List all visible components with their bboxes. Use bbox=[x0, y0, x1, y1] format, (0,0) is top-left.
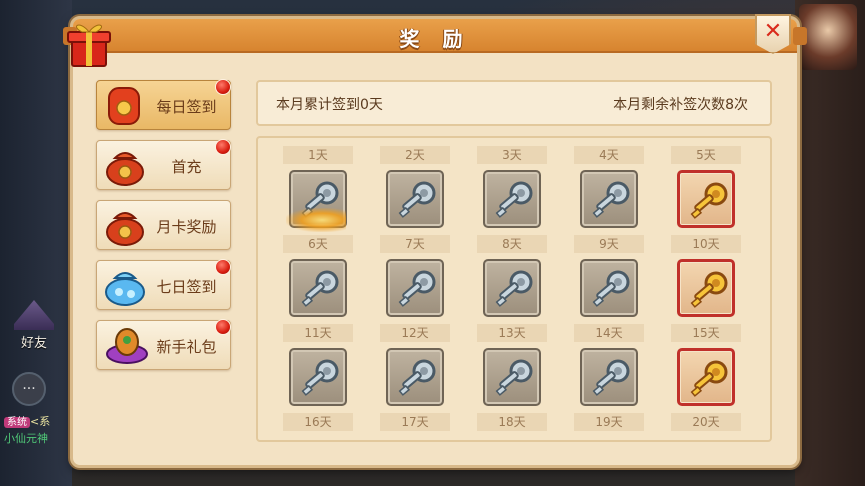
silver-key-reward[interactable] bbox=[386, 170, 444, 228]
money-bag-icon bbox=[101, 204, 149, 248]
day-label: 6天 bbox=[283, 235, 353, 253]
silver-key-reward[interactable] bbox=[289, 259, 347, 317]
day-label: 13天 bbox=[477, 324, 547, 342]
gift-pouch-icon bbox=[101, 324, 149, 368]
gold-key-reward[interactable] bbox=[677, 259, 735, 317]
silver-key-reward[interactable] bbox=[580, 259, 638, 317]
menu-daily-signin[interactable]: 每日签到 bbox=[96, 80, 231, 130]
day-label: 5天 bbox=[671, 146, 741, 164]
menu-seven-day-signin[interactable]: 七日签到 bbox=[96, 260, 231, 310]
gem-bag-icon bbox=[101, 264, 149, 308]
day-label: 4天 bbox=[574, 146, 644, 164]
day-label: 12天 bbox=[380, 324, 450, 342]
silver-key-reward[interactable] bbox=[483, 170, 541, 228]
day-label: 16天 bbox=[283, 413, 353, 431]
red-envelope-icon bbox=[101, 84, 149, 128]
friends-icon bbox=[14, 300, 54, 330]
day-label: 7天 bbox=[380, 235, 450, 253]
day-label: 18天 bbox=[477, 413, 547, 431]
day-label: 8天 bbox=[477, 235, 547, 253]
notification-badge bbox=[215, 319, 231, 335]
day-label: 1天 bbox=[283, 146, 353, 164]
close-icon: ✕ bbox=[763, 19, 783, 44]
gold-key-reward[interactable] bbox=[677, 348, 735, 406]
day-label: 14天 bbox=[574, 324, 644, 342]
gold-key-reward[interactable] bbox=[677, 170, 735, 228]
menu-item-label: 七日签到 bbox=[156, 278, 217, 296]
menu-monthly-card[interactable]: 月卡奖励 bbox=[96, 200, 231, 250]
silver-key-reward[interactable] bbox=[386, 259, 444, 317]
silver-key-reward[interactable] bbox=[386, 348, 444, 406]
remaining-makeup-count: 本月剩余补签次数8次 bbox=[613, 97, 748, 113]
money-bag-icon bbox=[101, 144, 149, 188]
day-label: 2天 bbox=[380, 146, 450, 164]
gift-box-icon bbox=[58, 20, 118, 70]
system-prefix: <系 bbox=[30, 415, 51, 428]
right-hud-strip bbox=[795, 0, 865, 486]
day-label: 11天 bbox=[283, 324, 353, 342]
silver-key-reward[interactable] bbox=[580, 348, 638, 406]
menu-item-label: 每日签到 bbox=[156, 98, 217, 116]
system-text: 小仙元神 bbox=[4, 432, 48, 445]
chat-bubble-icon: ··· bbox=[22, 381, 36, 397]
day-label: 20天 bbox=[671, 413, 741, 431]
menu-item-label: 首充 bbox=[171, 158, 202, 176]
window-title: 奖 励 bbox=[399, 27, 471, 51]
menu-item-label: 月卡奖励 bbox=[156, 218, 217, 236]
friends-button[interactable]: 好友 bbox=[8, 300, 60, 352]
day-label: 9天 bbox=[574, 235, 644, 253]
signin-summary-bar: 本月累计签到0天 本月剩余补签次数8次 bbox=[256, 80, 772, 126]
system-message: 系统 <系 小仙元神 bbox=[4, 414, 72, 447]
day-label: 15天 bbox=[671, 324, 741, 342]
notification-badge bbox=[215, 139, 231, 155]
menu-item-label: 新手礼包 bbox=[156, 338, 217, 356]
sparkle-effect bbox=[286, 208, 346, 232]
day-label: 3天 bbox=[477, 146, 547, 164]
title-bar: 奖 励 bbox=[63, 19, 807, 53]
character-portrait[interactable] bbox=[799, 4, 857, 70]
chat-button[interactable]: ··· bbox=[12, 372, 46, 406]
menu-first-recharge[interactable]: 首充 bbox=[96, 140, 231, 190]
silver-key-reward[interactable] bbox=[580, 170, 638, 228]
notification-badge bbox=[215, 259, 231, 275]
silver-key-reward[interactable] bbox=[483, 348, 541, 406]
notification-badge bbox=[215, 79, 231, 95]
friends-label: 好友 bbox=[20, 336, 47, 351]
silver-key-reward[interactable] bbox=[483, 259, 541, 317]
silver-key-reward[interactable] bbox=[289, 348, 347, 406]
system-tag: 系统 bbox=[4, 417, 30, 428]
day-label: 17天 bbox=[380, 413, 450, 431]
menu-newbie-pack[interactable]: 新手礼包 bbox=[96, 320, 231, 370]
monthly-signin-count: 本月累计签到0天 bbox=[276, 97, 383, 113]
day-label: 19天 bbox=[574, 413, 644, 431]
day-label: 10天 bbox=[671, 235, 741, 253]
